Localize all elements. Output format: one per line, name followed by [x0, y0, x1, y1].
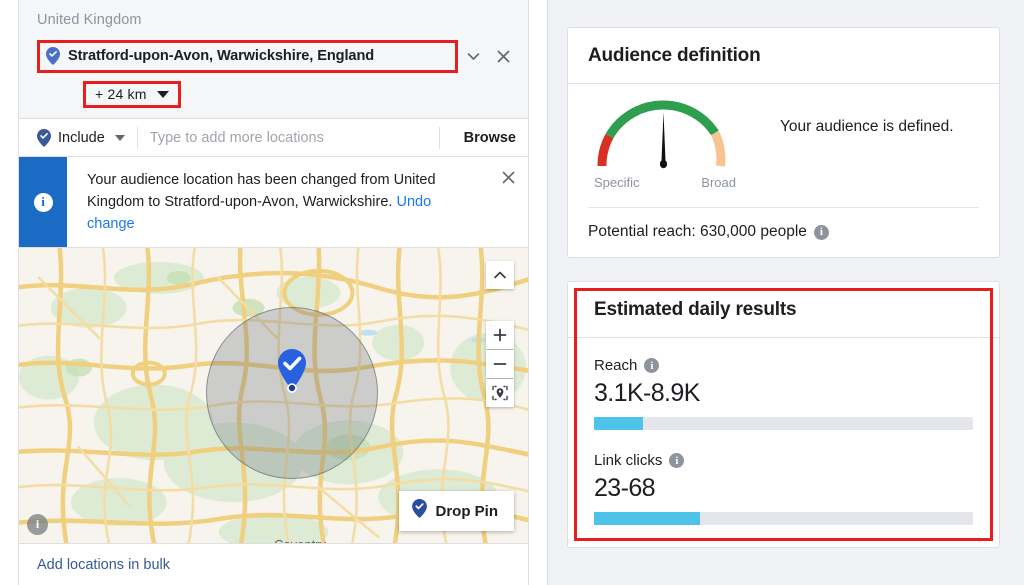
summary-panel: Audience definition Specific Broad Your …: [548, 0, 1024, 585]
include-dropdown[interactable]: Include: [37, 128, 125, 147]
gauge-label-broad: Broad: [701, 175, 736, 190]
map-pin-check-icon: [37, 128, 51, 147]
gauge-tick-labels: Specific Broad: [594, 175, 736, 190]
screen-root: United Kingdom Stratford-upon-Avon, Warw…: [0, 0, 1024, 585]
metric-name: Reach: [594, 357, 638, 374]
gauge-label-specific: Specific: [594, 175, 640, 190]
map-zoom-in-button[interactable]: [486, 321, 514, 350]
estimated-daily-results-title: Estimated daily results: [594, 299, 797, 320]
potential-reach-label: Potential reach: 630,000 people: [588, 223, 807, 240]
info-icon: i: [33, 192, 53, 212]
metric-value: 23-68: [594, 474, 656, 502]
metric-link-clicks: Link clicks i 23-68: [594, 430, 973, 525]
radius-circle: [206, 307, 378, 480]
metric-progress-track: [594, 512, 973, 525]
map-label: Coventry: [274, 537, 326, 543]
add-locations-in-bulk-link[interactable]: Add locations in bulk: [19, 544, 528, 573]
caret-down-icon: [114, 134, 125, 141]
audience-definition-title: Audience definition: [588, 45, 761, 66]
audience-gauge: Specific Broad: [588, 98, 748, 190]
metric-name: Link clicks: [594, 452, 663, 469]
close-icon[interactable]: [488, 42, 518, 72]
banner-icon-column: i: [19, 157, 67, 248]
drop-pin-button[interactable]: Drop Pin: [398, 491, 514, 532]
audience-definition-header: Audience definition: [568, 28, 999, 84]
map-collapse-button[interactable]: [486, 261, 514, 290]
metric-progress-fill: [594, 512, 701, 525]
minus-icon: [493, 363, 507, 366]
map-pin-check-icon: [46, 47, 60, 65]
banner-message: Your audience location has been changed …: [87, 172, 436, 210]
include-label: Include: [58, 129, 105, 146]
estimated-daily-results-body: Reach i 3.1K-8.9K Link clicks i 23-68: [568, 338, 999, 547]
info-icon[interactable]: i: [644, 358, 660, 373]
banner-close-button[interactable]: [488, 157, 528, 247]
selected-location-block: United Kingdom Stratford-upon-Avon, Warw…: [19, 0, 528, 119]
metric-label: Reach i: [594, 357, 973, 374]
banner-body: Your audience location has been changed …: [67, 157, 488, 247]
divider: [438, 126, 440, 149]
audience-status-text: Your audience is defined.: [780, 118, 954, 135]
caret-down-icon: [156, 90, 169, 98]
estimated-daily-results-card: Estimated daily results Reach i 3.1K-8.9…: [567, 281, 1000, 548]
metric-value: 3.1K-8.9K: [594, 379, 700, 407]
info-icon[interactable]: i: [813, 224, 829, 240]
selected-location-label: Stratford-upon-Avon, Warwickshire, Engla…: [68, 48, 375, 64]
add-location-input[interactable]: [149, 129, 427, 146]
plus-icon: [493, 328, 507, 342]
metric-progress-track: [594, 417, 973, 430]
include-row: Include Browse: [19, 119, 528, 157]
map-locate-button[interactable]: [486, 379, 514, 408]
map-zoom-out-button[interactable]: [486, 350, 514, 379]
audience-definition-body: Specific Broad Your audience is defined.…: [568, 84, 999, 257]
drop-pin-label: Drop Pin: [435, 502, 499, 520]
audience-gauge-row: Specific Broad Your audience is defined.: [588, 98, 979, 190]
gauge-dial: [597, 100, 726, 169]
radius-dropdown[interactable]: + 24 km: [83, 81, 181, 108]
country-label: United Kingdom: [37, 12, 142, 28]
chevron-up-icon: [494, 271, 506, 279]
divider: [136, 126, 138, 149]
radius-value: + 24 km: [95, 86, 147, 102]
map-pin-check-icon: [411, 499, 427, 523]
map-pin-check-icon[interactable]: [275, 347, 309, 394]
selected-location-chip[interactable]: Stratford-upon-Avon, Warwickshire, Engla…: [37, 40, 458, 73]
locations-panel: United Kingdom Stratford-upon-Avon, Warw…: [0, 0, 548, 585]
info-icon[interactable]: i: [669, 453, 685, 468]
potential-reach-row: Potential reach: 630,000 people i: [588, 208, 979, 241]
browse-button[interactable]: Browse: [452, 130, 516, 146]
chevron-down-icon[interactable]: [458, 42, 488, 72]
metric-reach: Reach i 3.1K-8.9K: [594, 354, 973, 430]
audience-definition-card: Audience definition Specific Broad Your …: [567, 27, 1000, 258]
radius-row: + 24 km: [19, 73, 528, 108]
locations-panel-inner: United Kingdom Stratford-upon-Avon, Warw…: [18, 0, 529, 585]
metric-progress-fill: [594, 417, 644, 430]
estimated-daily-results-header: Estimated daily results: [568, 282, 999, 338]
metric-label: Link clicks i: [594, 452, 973, 469]
location-changed-banner: i Your audience location has been change…: [19, 157, 528, 249]
selected-location-row: Stratford-upon-Avon, Warwickshire, Engla…: [19, 40, 528, 73]
location-map[interactable]: Coventry Worcester Hereford Gloucester: [19, 248, 528, 545]
banner-text: Your audience location has been changed …: [87, 170, 447, 235]
locate-pin-icon: [492, 386, 508, 401]
